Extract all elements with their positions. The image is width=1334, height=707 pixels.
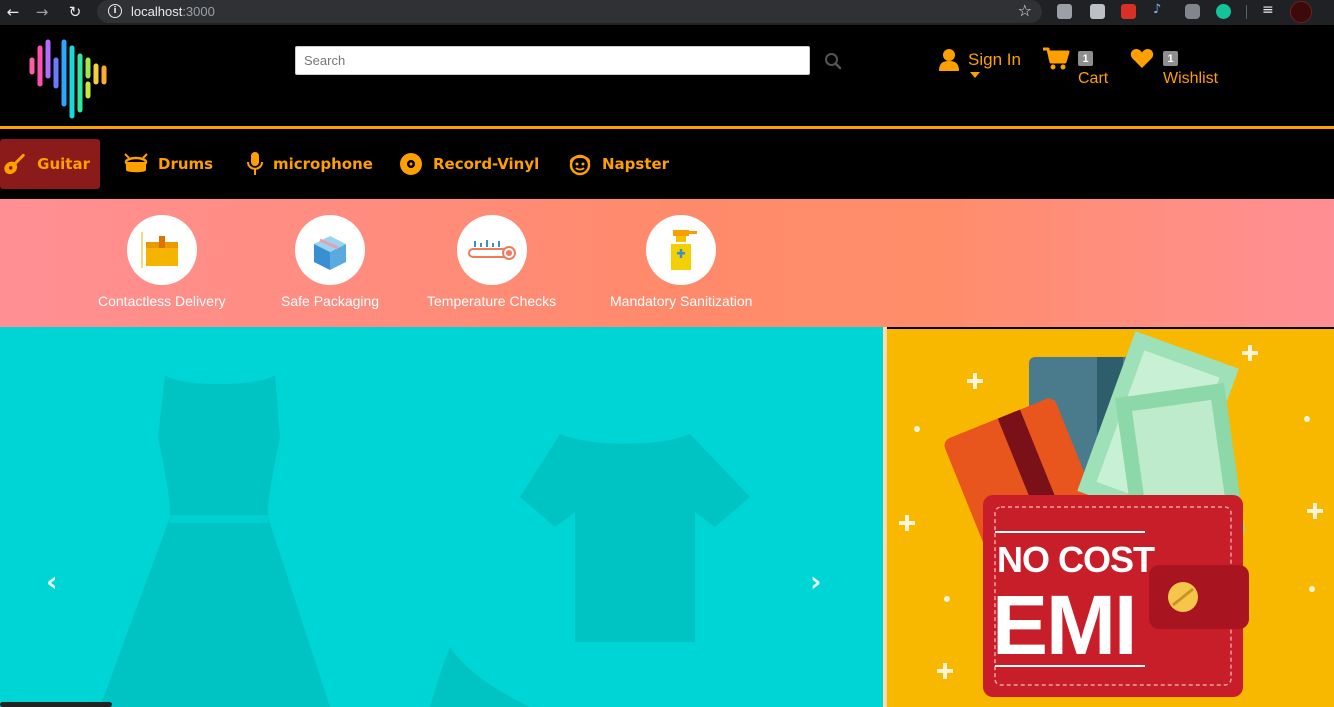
media-queue-icon[interactable]: ≡	[1262, 2, 1277, 18]
thermometer-icon	[456, 215, 527, 285]
package-icon	[126, 215, 197, 285]
feature-label: Contactless Delivery	[98, 293, 226, 309]
carousel-indicator	[0, 702, 112, 707]
box-icon	[295, 215, 366, 285]
logo-icon[interactable]	[28, 38, 110, 120]
sign-in-button[interactable]: Sign In	[938, 48, 1021, 78]
promo-line-2: EMI	[992, 578, 1137, 672]
record-vinyl-icon	[400, 153, 422, 175]
sanitizer-icon	[646, 215, 717, 285]
speaker-extension-icon[interactable]: ♪	[1153, 2, 1168, 17]
extension-icon[interactable]	[1121, 4, 1136, 19]
hero-carousel[interactable]: ‹ ›	[0, 327, 883, 707]
cart-count-badge: 1	[1078, 51, 1093, 66]
category-microphone[interactable]: microphone	[247, 139, 383, 189]
feature-label: Mandatory Sanitization	[610, 293, 753, 309]
cart-icon	[1043, 47, 1070, 70]
category-napster[interactable]: Napster	[568, 139, 679, 189]
category-label: Guitar	[37, 155, 90, 173]
wishlist-count-badge: 1	[1163, 51, 1178, 66]
info-icon[interactable]: i	[108, 4, 122, 18]
user-icon	[939, 49, 959, 71]
category-label: Napster	[602, 155, 670, 173]
carousel-prev-button[interactable]: ‹	[46, 565, 58, 598]
category-label: Record-Vinyl	[433, 155, 540, 173]
carousel-next-button[interactable]: ›	[810, 565, 822, 598]
cart-button[interactable]: 1 Cart	[1042, 47, 1108, 87]
cart-label: Cart	[1078, 70, 1109, 87]
reload-icon[interactable]: ↻	[64, 1, 86, 23]
safety-features-strip: Contactless Delivery Safe Packaging Temp…	[0, 199, 1334, 327]
extension-icon[interactable]	[1185, 4, 1200, 19]
search-input[interactable]	[295, 46, 810, 75]
promo-line-1: NO COST	[997, 539, 1155, 580]
feature-contactless-delivery: Contactless Delivery	[98, 215, 226, 309]
category-drums[interactable]: Drums	[124, 139, 223, 189]
sign-in-label: Sign In	[968, 50, 1021, 69]
bookmark-star-icon[interactable]: ☆	[1018, 1, 1032, 20]
napster-icon	[569, 154, 591, 176]
guitar-icon	[4, 153, 25, 175]
back-icon[interactable]: ←	[2, 1, 24, 23]
forward-icon[interactable]: →	[31, 1, 53, 23]
category-label: Drums	[158, 155, 214, 173]
address-bar[interactable]: i localhost:3000 ☆	[97, 0, 1042, 23]
category-label: microphone	[273, 155, 373, 173]
wishlist-label: Wishlist	[1163, 70, 1219, 87]
extension-icon[interactable]	[1057, 4, 1072, 19]
search-icon[interactable]	[824, 52, 842, 70]
extension-icon[interactable]	[1090, 4, 1105, 19]
url-port: :3000	[182, 4, 215, 19]
feature-mandatory-sanitization: Mandatory Sanitization	[610, 215, 752, 309]
site-header: Sign In 1 Cart 1 Wishlist	[0, 25, 1334, 126]
browser-toolbar: ← → ↻ i localhost:3000 ☆ ♪ ≡	[0, 0, 1334, 25]
microphone-icon	[247, 152, 263, 175]
category-guitar[interactable]: Guitar	[0, 139, 100, 189]
drum-icon	[124, 153, 148, 173]
feature-label: Temperature Checks	[427, 293, 557, 309]
url-host: localhost	[131, 4, 183, 19]
heart-icon	[1130, 48, 1154, 68]
feature-temperature-checks: Temperature Checks	[427, 215, 556, 309]
no-cost-emi-banner[interactable]: NO COST EMI	[887, 329, 1334, 707]
feature-label: Safe Packaging	[281, 293, 380, 309]
feature-safe-packaging: Safe Packaging	[281, 215, 379, 309]
url-text[interactable]: localhost:3000	[131, 4, 215, 19]
chevron-down-icon[interactable]	[970, 72, 980, 78]
category-nav: Guitar Drums microphone Record-Vinyl Nap…	[0, 129, 1334, 199]
profile-avatar[interactable]	[1290, 1, 1312, 23]
carousel-slide-image	[100, 375, 750, 707]
toolbar-divider	[1246, 5, 1247, 19]
category-record-vinyl[interactable]: Record-Vinyl	[399, 139, 549, 189]
grammarly-icon[interactable]	[1216, 4, 1231, 19]
wishlist-button[interactable]: 1 Wishlist	[1130, 47, 1218, 87]
